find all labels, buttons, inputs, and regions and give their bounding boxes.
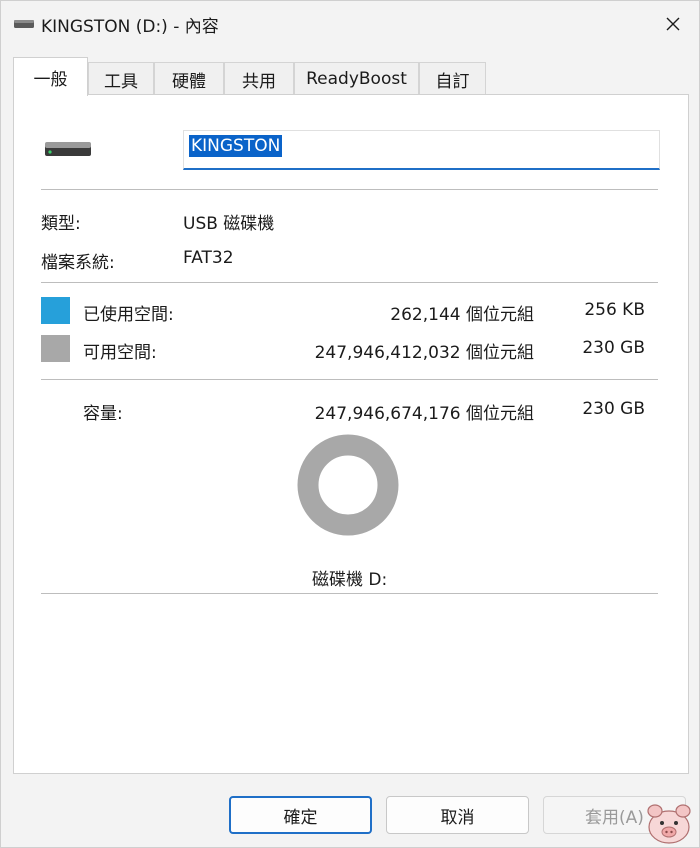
cancel-button[interactable]: 取消 <box>386 796 529 834</box>
used-space-swatch <box>41 297 70 324</box>
free-space-label: 可用空間: <box>83 343 157 363</box>
usb-drive-icon <box>45 142 91 156</box>
capacity-label: 容量: <box>83 404 123 424</box>
free-space-size: 230 GB <box>582 338 645 358</box>
type-value: USB 磁碟機 <box>183 214 275 234</box>
tab-tools[interactable]: 工具 <box>88 62 154 95</box>
capacity-size: 230 GB <box>582 399 645 419</box>
close-button[interactable] <box>651 5 695 43</box>
separator <box>41 379 658 380</box>
free-space-bytes: 247,946,412,032 個位元組 <box>314 343 534 363</box>
used-space-label: 已使用空間: <box>83 305 174 325</box>
properties-window: KINGSTON (D:) - 內容 一般 工具 硬體 共用 ReadyBoos… <box>0 0 700 848</box>
filesystem-value: FAT32 <box>183 248 234 268</box>
separator <box>41 189 658 190</box>
separator <box>41 282 658 283</box>
general-panel: KINGSTON 類型: USB 磁碟機 檔案系統: FAT32 已使用空間: … <box>13 94 689 774</box>
capacity-bytes: 247,946,674,176 個位元組 <box>314 404 534 424</box>
free-space-ring <box>297 434 399 536</box>
close-icon <box>666 17 680 31</box>
tab-readyboost[interactable]: ReadyBoost <box>294 62 419 95</box>
separator <box>41 593 658 594</box>
tab-general[interactable]: 一般 <box>13 57 88 96</box>
used-space-bytes: 262,144 個位元組 <box>390 305 534 325</box>
tab-strip: 一般 工具 硬體 共用 ReadyBoost 自訂 <box>13 57 689 96</box>
tab-customize[interactable]: 自訂 <box>419 62 486 95</box>
type-label: 類型: <box>41 214 81 234</box>
pig-mascot-watermark <box>647 804 691 844</box>
drive-letter-label: 磁碟機 D: <box>312 570 388 590</box>
title-bar[interactable]: KINGSTON (D:) - 內容 <box>1 1 699 47</box>
volume-name-input[interactable]: KINGSTON <box>183 130 660 170</box>
window-title: KINGSTON (D:) - 內容 <box>41 17 219 37</box>
used-space-size: 256 KB <box>584 300 645 320</box>
tab-sharing[interactable]: 共用 <box>224 62 294 95</box>
filesystem-label: 檔案系統: <box>41 253 115 273</box>
free-space-swatch <box>41 335 70 362</box>
drive-icon <box>14 20 34 28</box>
usage-donut-chart <box>297 434 399 536</box>
ok-button[interactable]: 確定 <box>229 796 372 834</box>
tab-hardware[interactable]: 硬體 <box>154 62 224 95</box>
volume-name-text: KINGSTON <box>189 135 283 157</box>
